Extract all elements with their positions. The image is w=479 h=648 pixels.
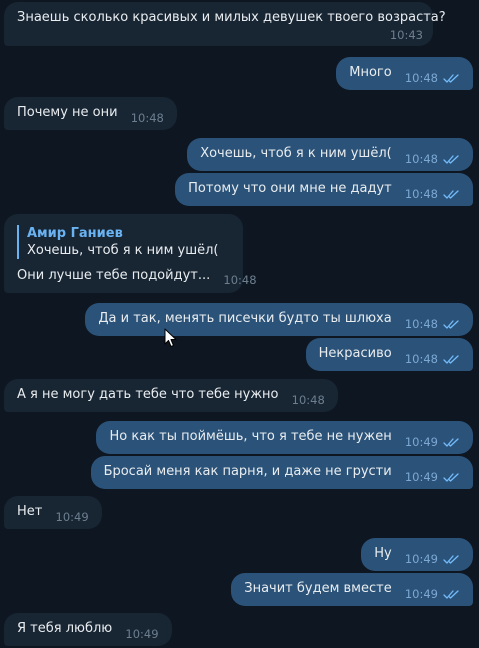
message-meta: 10:49 [405, 588, 460, 601]
message-text: Почему не они [17, 105, 118, 120]
message-text: Нет [17, 504, 43, 519]
message-text: А я не могу дать тебе что тебе нужно [17, 387, 279, 402]
double-check-icon [443, 473, 459, 482]
message-time: 10:49 [404, 587, 438, 601]
message-outgoing[interactable]: Но как ты поймёшь, что я тебе не нужен 1… [96, 421, 473, 454]
message-incoming[interactable]: Нет 10:49 [4, 496, 102, 529]
message-time: 10:48 [404, 317, 438, 331]
message-meta: 10:49 [405, 436, 460, 449]
reply-text: Хочешь, чтоб я к ним ушёл( [27, 243, 219, 258]
message-meta: 10:48 [292, 394, 325, 407]
message-time: 10:48 [291, 393, 325, 407]
message-time: 10:49 [125, 627, 159, 641]
message-meta: 10:48 [405, 353, 460, 366]
message-text: Они лучше тебе подойдут... [17, 268, 211, 283]
message-meta: 10:48 [223, 274, 256, 287]
message-meta: 10:48 [131, 112, 164, 125]
message-outgoing[interactable]: Да и так, менять писечки будто ты шлюха … [85, 303, 473, 336]
message-outgoing[interactable]: Некрасиво 10:48 [305, 338, 473, 371]
message-text: Бросай меня как парня, и даже не грусти [103, 464, 392, 479]
double-check-icon [443, 355, 459, 364]
message-text: Ну [374, 546, 392, 561]
message-incoming[interactable]: А я не могу дать тебе что тебе нужно 10:… [4, 379, 338, 412]
message-text: Но как ты поймёшь, что я тебе не нужен [109, 429, 392, 444]
double-check-icon [443, 555, 459, 564]
message-text: Много [349, 65, 392, 80]
message-meta: 10:48 [405, 188, 460, 201]
message-outgoing[interactable]: Ну 10:49 [361, 538, 473, 571]
double-check-icon [443, 155, 459, 164]
chat-history[interactable]: Знаешь сколько красивых и милых девушек … [0, 0, 479, 648]
message-incoming[interactable]: Я тебя люблю 10:49 [4, 613, 172, 646]
double-check-icon [443, 74, 459, 83]
message-meta: 10:49 [56, 511, 89, 524]
message-time: 10:48 [223, 273, 257, 287]
message-time: 10:48 [130, 111, 164, 125]
message-meta: 10:49 [405, 553, 460, 566]
message-time: 10:49 [404, 552, 438, 566]
message-text: Да и так, менять писечки будто ты шлюха [98, 311, 392, 326]
message-outgoing[interactable]: Значит будем вместе 10:49 [231, 573, 473, 606]
message-meta: 10:48 [405, 72, 460, 85]
message-meta: 10:48 [405, 318, 460, 331]
message-time: 10:48 [404, 352, 438, 366]
reply-quote[interactable]: Амир Ганиев Хочешь, чтоб я к ним ушёл( [17, 225, 230, 259]
message-time: 10:48 [404, 187, 438, 201]
message-meta: 10:48 [405, 153, 460, 166]
message-time: 10:49 [404, 470, 438, 484]
double-check-icon [443, 438, 459, 447]
message-incoming[interactable]: Почему не они 10:48 [4, 97, 177, 130]
double-check-icon [443, 320, 459, 329]
message-time: 10:48 [404, 152, 438, 166]
message-text: Некрасиво [318, 346, 392, 361]
message-text: Знаешь сколько красивых и милых девушек … [17, 10, 446, 25]
double-check-icon [443, 190, 459, 199]
reply-author: Амир Ганиев [27, 226, 123, 241]
message-outgoing[interactable]: Много 10:48 [336, 57, 473, 90]
double-check-icon [443, 590, 459, 599]
message-text: Хочешь, чтоб я к ним ушёл( [200, 146, 392, 161]
message-text: Потому что они мне не дадут [188, 181, 392, 196]
message-outgoing[interactable]: Бросай меня как парня, и даже не грусти … [90, 456, 473, 489]
message-meta: 10:49 [125, 628, 158, 641]
message-time: 10:49 [404, 435, 438, 449]
message-time: 10:43 [389, 28, 423, 42]
message-incoming-reply[interactable]: Амир Ганиев Хочешь, чтоб я к ним ушёл( О… [4, 214, 257, 293]
message-meta: 10:49 [405, 471, 460, 484]
message-incoming[interactable]: Знаешь сколько красивых и милых девушек … [4, 2, 446, 46]
message-meta: 10:43 [390, 29, 423, 42]
message-text: Я тебя люблю [17, 621, 113, 636]
message-text: Значит будем вместе [244, 581, 392, 596]
message-time: 10:49 [55, 510, 89, 524]
message-time: 10:48 [404, 71, 438, 85]
message-outgoing[interactable]: Хочешь, чтоб я к ним ушёл( 10:48 [187, 138, 473, 171]
message-outgoing[interactable]: Потому что они мне не дадут 10:48 [175, 173, 473, 206]
